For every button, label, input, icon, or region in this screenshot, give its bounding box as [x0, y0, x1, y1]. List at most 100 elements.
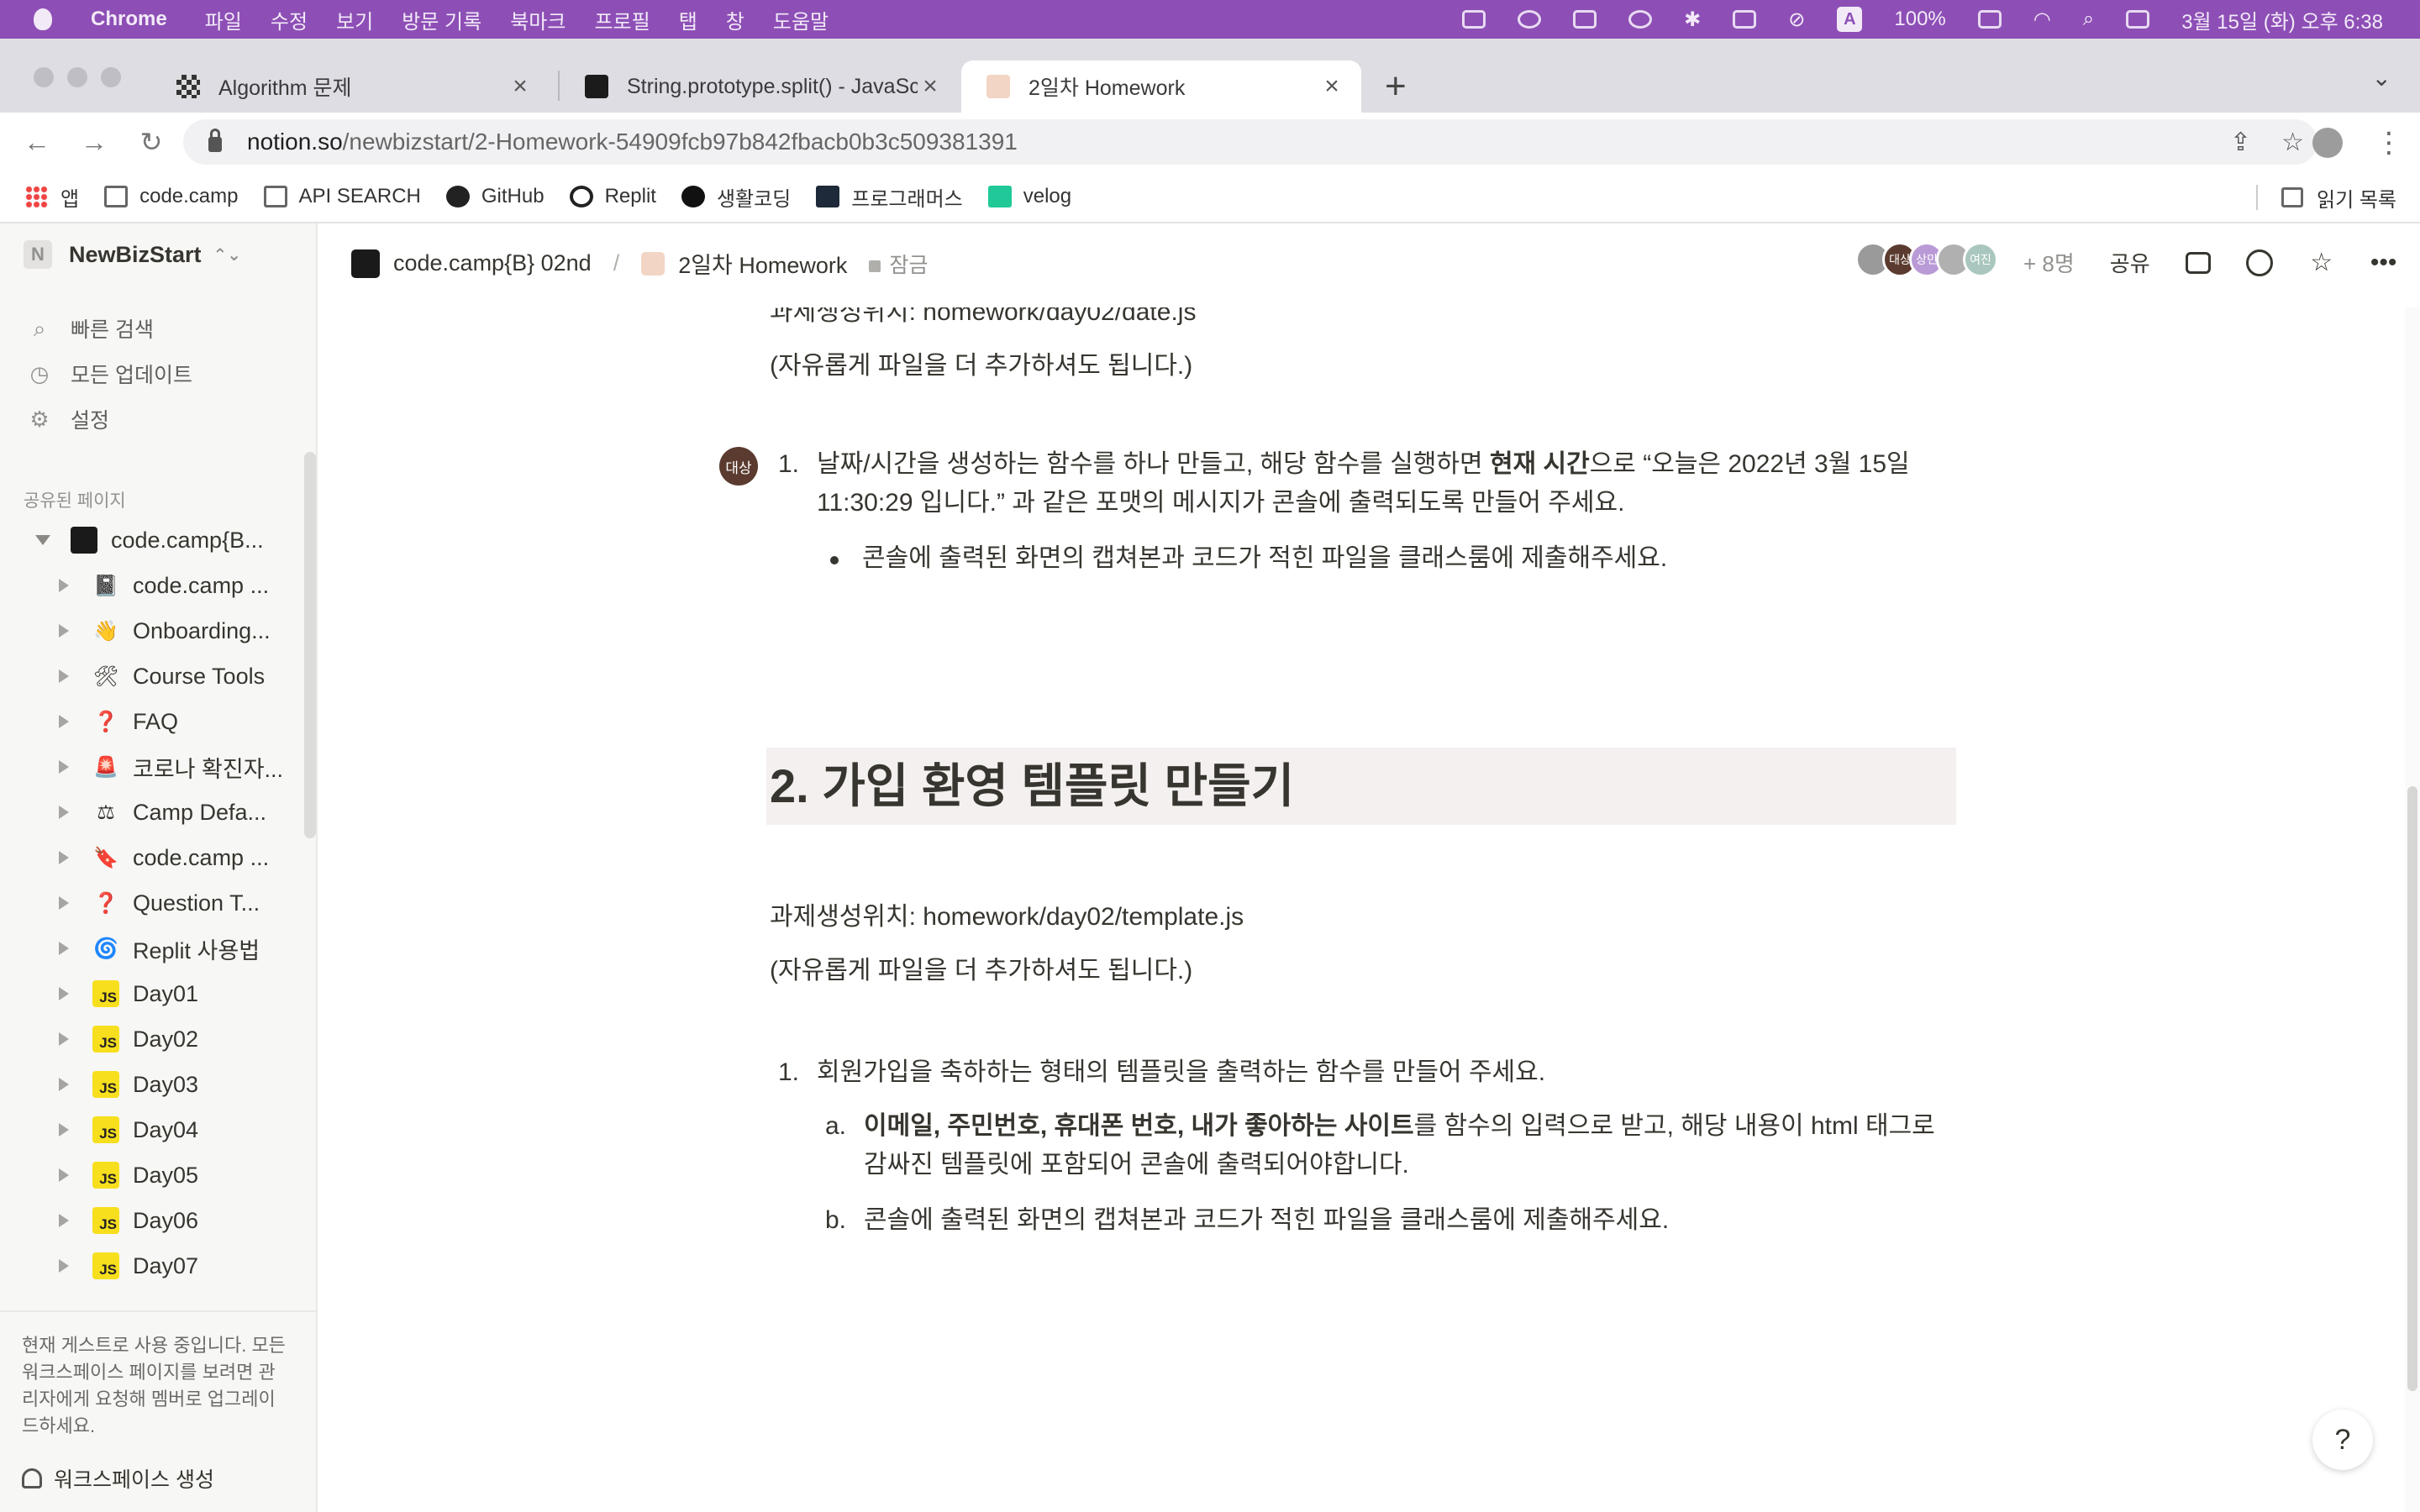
sidebar-item-codecamp-root[interactable]: code.camp{B...	[0, 517, 302, 563]
caret-right-icon[interactable]	[59, 1214, 69, 1227]
breadcrumb-parent[interactable]: code.camp{B} 02nd	[393, 250, 592, 276]
tab-search-icon[interactable]: ⌄	[2372, 64, 2391, 92]
profile-avatar-icon[interactable]	[2312, 128, 2343, 158]
mute-icon[interactable]: ⊘	[1788, 8, 1805, 32]
caret-down-icon[interactable]	[35, 535, 50, 545]
caret-right-icon[interactable]	[59, 715, 69, 728]
collaborator-avatars[interactable]: 대상 상민 여진	[1855, 242, 1998, 277]
bookmark-star-icon[interactable]: ☆	[2281, 128, 2304, 157]
tab-algorithm[interactable]: Algorithm 문제 ×	[151, 60, 550, 113]
sidebar-page[interactable]: JS Day01	[0, 971, 302, 1016]
menubar-app-name[interactable]: Chrome	[91, 8, 167, 31]
caret-right-icon[interactable]	[59, 669, 69, 683]
create-workspace-button[interactable]: 워크스페이스 생성	[22, 1463, 214, 1494]
menubar-item-file[interactable]: 파일	[205, 5, 242, 34]
close-tab-icon[interactable]: ×	[918, 72, 943, 101]
bookmark-velog[interactable]: velog	[987, 185, 1071, 208]
sidebar-page[interactable]: JS Day07	[0, 1243, 302, 1289]
breadcrumb-current[interactable]: 2일차 Homework	[678, 247, 847, 280]
zoom-window-button[interactable]	[101, 67, 121, 87]
caret-right-icon[interactable]	[59, 806, 69, 819]
close-tab-icon[interactable]: ×	[508, 72, 533, 101]
help-button[interactable]: ?	[2312, 1410, 2373, 1470]
new-tab-button[interactable]: +	[1385, 60, 1407, 113]
sidebar-page[interactable]: JS Day05	[0, 1152, 302, 1198]
caret-right-icon[interactable]	[59, 760, 69, 774]
sidebar-page[interactable]: 🔖 code.camp ...	[0, 835, 302, 880]
bookmark-codecamp[interactable]: code.camp	[104, 185, 239, 208]
apple-icon[interactable]	[34, 8, 52, 30]
sidebar-page[interactable]: 📓 code.camp ...	[0, 563, 302, 608]
bookmark-api-search[interactable]: API SEARCH	[263, 185, 421, 208]
brightness-icon[interactable]	[1628, 10, 1653, 29]
zoom-icon[interactable]	[1462, 10, 1486, 29]
sidebar-item-quick-search[interactable]: ⌕ 빠른 검색	[27, 306, 192, 351]
more-people-count[interactable]: + 8명	[2023, 247, 2075, 278]
caret-right-icon[interactable]	[59, 1168, 69, 1182]
close-window-button[interactable]	[34, 67, 54, 87]
caret-right-icon[interactable]	[59, 624, 69, 638]
sidebar-page[interactable]: JS Day06	[0, 1198, 302, 1243]
caret-right-icon[interactable]	[59, 1123, 69, 1137]
battery-icon[interactable]	[1977, 10, 2002, 29]
tab-mdn-split[interactable]: String.prototype.split() - JavaScript ×	[560, 60, 960, 113]
caret-right-icon[interactable]	[59, 1259, 69, 1273]
caret-right-icon[interactable]	[59, 896, 69, 910]
bookmark-apps[interactable]: 앱	[25, 182, 79, 212]
tab-homework[interactable]: 2일차 Homework ×	[961, 60, 1361, 113]
menubar-datetime[interactable]: 3월 15일 (화) 오후 6:38	[2181, 5, 2383, 34]
menubar-item-bookmarks[interactable]: 북마크	[510, 5, 566, 34]
bookmark-replit[interactable]: Replit	[569, 185, 656, 208]
sidebar-page[interactable]: 🚨 코로나 확진자...	[0, 744, 302, 790]
scrollbar-thumb[interactable]	[2407, 786, 2417, 1391]
bookmark-programmers[interactable]: 프로그래머스	[816, 182, 963, 212]
reload-icon[interactable]: ↻	[134, 126, 168, 158]
sidebar-page[interactable]: JS Day04	[0, 1107, 302, 1152]
menubar-item-profile[interactable]: 프로필	[594, 5, 650, 34]
caret-right-icon[interactable]	[59, 1032, 69, 1046]
close-tab-icon[interactable]: ×	[1319, 72, 1344, 101]
menubar-item-edit[interactable]: 수정	[271, 5, 308, 34]
spotlight-icon[interactable]: ⌕	[2083, 8, 2094, 31]
locked-label[interactable]: 잠금	[889, 249, 928, 279]
caret-right-icon[interactable]	[59, 1078, 69, 1091]
history-icon[interactable]	[2245, 249, 2273, 276]
sidebar-page[interactable]: 🛠 Course Tools	[0, 654, 302, 699]
input-source-icon[interactable]: A	[1837, 7, 1863, 32]
menubar-item-help[interactable]: 도움말	[773, 5, 829, 34]
menubar-item-history[interactable]: 방문 기록	[402, 5, 481, 34]
menubar-item-tab[interactable]: 탭	[679, 5, 697, 34]
minimize-window-button[interactable]	[67, 67, 87, 87]
record-icon[interactable]	[1518, 10, 1542, 29]
menubar-item-window[interactable]: 창	[726, 5, 744, 34]
address-bar[interactable]: notion.so /newbizstart/2-Homework-54909f…	[183, 119, 2317, 165]
forward-arrow-icon[interactable]: →	[77, 127, 111, 158]
comment-icon[interactable]	[2185, 251, 2211, 274]
content-scrollbar[interactable]	[2405, 307, 2420, 1512]
sidebar-page[interactable]: JS Day03	[0, 1062, 302, 1107]
sidebar-scrollbar[interactable]	[304, 452, 316, 838]
sidebar-item-updates[interactable]: ◷ 모든 업데이트	[27, 351, 192, 396]
sidebar-page[interactable]: 👋 Onboarding...	[0, 608, 302, 654]
comment-avatar[interactable]: 대상	[719, 447, 758, 486]
display-icon[interactable]	[1733, 10, 1757, 29]
share-button[interactable]: 공유	[2110, 247, 2150, 278]
caret-right-icon[interactable]	[59, 942, 69, 955]
back-arrow-icon[interactable]: ←	[20, 127, 54, 158]
bookmark-github[interactable]: GitHub	[445, 185, 544, 208]
sidebar-page[interactable]: ❓ FAQ	[0, 699, 302, 744]
reading-list-button[interactable]: 읽기 목록	[2256, 171, 2396, 223]
caret-right-icon[interactable]	[59, 579, 69, 592]
chrome-menu-icon[interactable]: ⋮	[2375, 126, 2403, 160]
share-icon[interactable]: ⇪	[2230, 128, 2251, 157]
favorite-star-icon[interactable]: ☆	[2308, 249, 2335, 276]
sidebar-page[interactable]: JS Day02	[0, 1016, 302, 1062]
sidebar-page[interactable]: 🌀 Replit 사용법	[0, 926, 302, 971]
lock-icon[interactable]	[208, 129, 222, 152]
caret-right-icon[interactable]	[59, 987, 69, 1000]
menubar-item-view[interactable]: 보기	[336, 5, 373, 34]
wifi-icon[interactable]: ◠	[2033, 8, 2051, 32]
bluetooth-icon[interactable]: ✱	[1684, 8, 1701, 32]
workspace-switcher[interactable]: N NewBizStart ⌃⌄	[24, 240, 241, 269]
sidebar-page[interactable]: ⚖ Camp Defa...	[0, 790, 302, 835]
